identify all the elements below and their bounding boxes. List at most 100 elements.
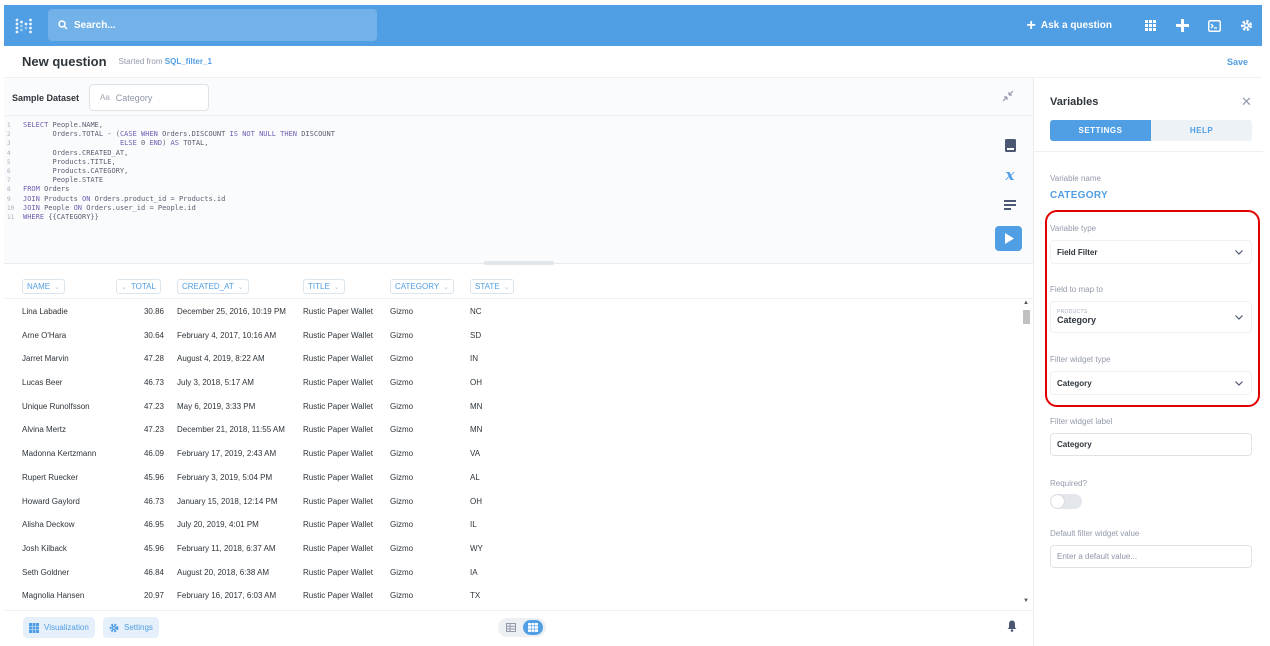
sql-keyword: JOIN bbox=[23, 194, 40, 203]
table-view-icon[interactable] bbox=[501, 620, 521, 635]
field-map-select[interactable]: PRODUCTS Category bbox=[1050, 301, 1252, 333]
widget-type-value: Category bbox=[1057, 378, 1092, 388]
code-line: 8 FROM Orders bbox=[7, 185, 335, 194]
search-input[interactable]: Search... bbox=[48, 9, 377, 41]
table-cell: IA bbox=[470, 567, 478, 577]
sql-editor-icon[interactable] bbox=[1198, 19, 1230, 32]
table-cell: WY bbox=[470, 543, 483, 553]
code-line: 4 Orders.CREATED_AT, bbox=[7, 149, 335, 158]
snippets-icon[interactable] bbox=[999, 190, 1021, 220]
table-cell: Gizmo bbox=[390, 520, 414, 530]
column-header-state[interactable]: STATE ⌄ bbox=[470, 279, 515, 294]
category-variable-input[interactable]: Aa Category bbox=[89, 84, 209, 111]
column-header-created-at[interactable]: CREATED_AT ⌄ bbox=[177, 279, 249, 294]
widget-type-select[interactable]: Category bbox=[1050, 371, 1252, 395]
editor-toolbar: Sample Dataset Aa Category bbox=[4, 78, 1033, 116]
table-row[interactable]: Lucas Beer 46.73 July 3, 2018, 5:17 AM Rust… bbox=[4, 370, 1019, 394]
chevron-down-icon: ⌄ bbox=[121, 283, 127, 291]
run-query-button[interactable] bbox=[995, 226, 1022, 251]
table-cell: NC bbox=[470, 307, 482, 316]
bell-icon[interactable] bbox=[1007, 620, 1017, 632]
default-value-input[interactable]: Enter a default value... bbox=[1050, 545, 1252, 568]
table-cell: Gizmo bbox=[390, 401, 414, 411]
table-cell: OH bbox=[470, 496, 482, 506]
variables-icon[interactable]: x bbox=[999, 160, 1021, 190]
table-row[interactable]: Magnolia Hansen 20.97 February 16, 2017, 6… bbox=[4, 583, 1019, 607]
table-cell: 46.09 bbox=[143, 449, 164, 459]
close-icon[interactable]: ✕ bbox=[1241, 94, 1252, 110]
column-header-label: TITLE bbox=[308, 282, 330, 291]
save-button[interactable]: Save bbox=[1227, 57, 1248, 67]
table-row[interactable]: Madonna Kertzmann 46.09 February 17, 2019,… bbox=[4, 441, 1019, 465]
gear-icon[interactable] bbox=[1230, 19, 1262, 32]
view-toggle[interactable] bbox=[498, 618, 546, 637]
tab-help[interactable]: HELP bbox=[1151, 120, 1252, 141]
chevron-down-icon: ⌄ bbox=[503, 283, 510, 291]
scroll-up-icon[interactable]: ▲ bbox=[1023, 300, 1029, 306]
table-row[interactable]: Unique Runolfsson 47.23 May 6, 2019, 3:33 … bbox=[4, 394, 1019, 418]
code-text: Products.CATEGORY, bbox=[23, 167, 129, 176]
dataset-selector[interactable]: Sample Dataset bbox=[12, 93, 79, 103]
table-cell: Seth Goldner bbox=[22, 567, 70, 577]
line-number: 10 bbox=[7, 204, 15, 212]
code-line: 1 SELECT People.NAME, bbox=[7, 121, 335, 130]
sql-keyword: WHERE bbox=[23, 213, 45, 222]
table-row[interactable]: Arne O'Hara 30.64 February 4, 2017, 10:16 … bbox=[4, 323, 1019, 347]
column-header-name[interactable]: NAME ⌄ bbox=[22, 279, 65, 294]
line-number: 7 bbox=[7, 177, 11, 185]
editor-resize-handle[interactable] bbox=[484, 261, 554, 265]
line-number: 6 bbox=[7, 168, 11, 176]
table-cell: Gizmo bbox=[390, 567, 414, 577]
column-header-category[interactable]: CATEGORY ⌄ bbox=[390, 279, 455, 294]
table-row[interactable]: Lina Labadie 30.86 December 25, 2016, 10:1… bbox=[4, 299, 1019, 323]
table-row[interactable]: Howard Gaylord 46.73 January 15, 2018, 12:… bbox=[4, 489, 1019, 513]
column-header-label: CREATED_AT bbox=[182, 282, 234, 291]
source-question-link[interactable]: SQL_filter_1 bbox=[165, 57, 212, 66]
gear-icon bbox=[109, 623, 119, 632]
top-navbar: Search... + Ask a question bbox=[4, 5, 1262, 46]
table-cell: IN bbox=[470, 354, 478, 364]
table-cell: Rustic Paper Wallet bbox=[303, 472, 373, 482]
column-header-label: NAME bbox=[27, 282, 51, 291]
sql-keyword: AS bbox=[170, 139, 179, 148]
table-cell: Rustic Paper Wallet bbox=[303, 425, 373, 435]
required-toggle[interactable] bbox=[1050, 494, 1082, 509]
scroll-down-icon[interactable]: ▼ bbox=[1023, 598, 1029, 604]
grid-icon[interactable] bbox=[1134, 20, 1166, 31]
settings-button[interactable]: Settings bbox=[103, 617, 159, 638]
table-cell: Alvina Mertz bbox=[22, 425, 67, 435]
table-cell: January 15, 2018, 12:14 PM bbox=[177, 496, 278, 506]
table-cell: Gizmo bbox=[390, 472, 414, 482]
chart-view-icon[interactable] bbox=[523, 620, 543, 635]
table-cell: Lucas Beer bbox=[22, 378, 63, 388]
widget-label-input[interactable]: Category bbox=[1050, 433, 1252, 456]
scroll-thumb[interactable] bbox=[1023, 310, 1030, 324]
results-table: NAME ⌄ ⌄ TOTAL CREATED_AT ⌄ TITLE ⌄ CATEGORY… bbox=[4, 274, 1033, 610]
ask-question-button[interactable]: + Ask a question bbox=[1027, 17, 1112, 35]
table-cell: 20.97 bbox=[143, 591, 164, 601]
table-cell: Arne O'Hara bbox=[22, 330, 67, 340]
table-cell: Gizmo bbox=[390, 330, 414, 340]
table-row[interactable]: Seth Goldner 46.84 August 20, 2018, 6:38 A… bbox=[4, 560, 1019, 584]
table-row[interactable]: Josh Kilback 45.96 February 11, 2018, 6:37… bbox=[4, 536, 1019, 560]
table-row[interactable]: Alisha Deckow 46.95 July 20, 2019, 4:01 PM… bbox=[4, 512, 1019, 536]
settings-label: Settings bbox=[124, 623, 153, 632]
table-row[interactable]: Alvina Mertz 47.23 December 21, 2018, 11:5… bbox=[4, 417, 1019, 441]
table-cell: Gizmo bbox=[390, 543, 414, 553]
visualization-button[interactable]: Visualization bbox=[23, 617, 95, 638]
chevron-down-icon: ⌄ bbox=[333, 283, 340, 291]
column-header-total[interactable]: ⌄ TOTAL bbox=[116, 279, 161, 294]
table-cell: 45.96 bbox=[143, 472, 164, 482]
data-reference-icon[interactable] bbox=[999, 130, 1021, 160]
variable-type-select[interactable]: Field Filter bbox=[1050, 240, 1252, 264]
add-icon[interactable] bbox=[1166, 19, 1198, 32]
table-row[interactable]: Jarret Marvin 47.28 August 4, 2019, 8:22 A… bbox=[4, 346, 1019, 370]
table-row[interactable]: Rupert Ruecker 45.96 February 3, 2019, 5:0… bbox=[4, 465, 1019, 489]
sql-code-editor[interactable]: 1 SELECT People.NAME, 2 Orders.TOTAL - (CA… bbox=[7, 121, 335, 222]
tab-settings[interactable]: SETTINGS bbox=[1050, 120, 1151, 141]
line-number: 1 bbox=[7, 122, 11, 129]
collapse-icon[interactable] bbox=[1002, 90, 1014, 102]
metabase-logo-icon[interactable] bbox=[4, 5, 44, 46]
table-scrollbar[interactable]: ▲ ▼ bbox=[1021, 300, 1031, 610]
column-header-title[interactable]: TITLE ⌄ bbox=[303, 279, 345, 294]
